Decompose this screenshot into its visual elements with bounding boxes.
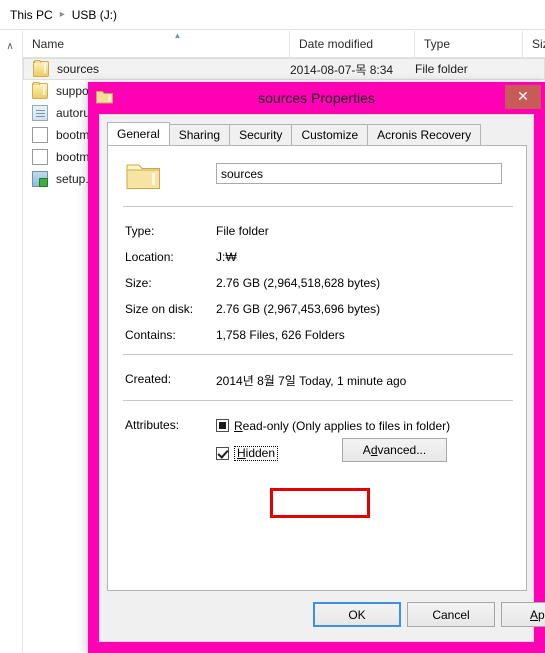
dialog-title: sources Properties (258, 90, 375, 106)
file-name: bootm (56, 150, 90, 164)
detail-row-created: Created: 2014년 8월 7일 Today, 1 minute ago (108, 372, 528, 390)
detail-value: File folder (216, 224, 269, 238)
hidden-checkbox-row[interactable]: Hidden (216, 445, 279, 462)
hidden-checkbox[interactable] (216, 447, 229, 460)
tab-customize[interactable]: Customize (291, 124, 369, 145)
column-header-type[interactable]: Type (414, 31, 522, 57)
detail-value: 1,758 Files, 626 Folders (216, 328, 345, 342)
scroll-up-icon[interactable]: ∧ (4, 41, 16, 53)
detail-value: 2014년 8월 7일 Today, 1 minute ago (216, 374, 407, 388)
file-name: sources (57, 62, 100, 76)
divider (123, 354, 513, 355)
folder-name-input[interactable] (216, 163, 502, 184)
file-type: File folder (415, 62, 468, 76)
column-header-name[interactable]: Name (23, 31, 289, 57)
read-only-mnemonic: R (234, 418, 243, 433)
tab-acronis-recovery[interactable]: Acronis Recovery (367, 124, 482, 145)
file-name: autoru (56, 106, 91, 120)
detail-value: 2.76 GB (2,964,518,628 bytes) (216, 276, 381, 290)
breadcrumb-current[interactable]: USB (J:) (72, 8, 117, 22)
detail-label: Size: (125, 276, 152, 290)
read-only-label: Read-only (Only applies to files in fold… (234, 419, 450, 433)
folder-icon (32, 82, 48, 99)
inf-file-icon (32, 105, 48, 121)
detail-label: Contains: (125, 328, 176, 342)
advanced-button[interactable]: Advanced... (342, 438, 447, 462)
detail-label: Size on disk: (125, 302, 194, 316)
properties-dialog: sources Properties ✕ General Sharing Sec… (88, 82, 545, 653)
folder-icon (33, 60, 49, 77)
apply-button[interactable]: Apply (501, 602, 545, 627)
hidden-label: Hidden (234, 446, 279, 461)
tab-strip: General Sharing Security Customize Acron… (107, 122, 527, 145)
folder-icon (126, 161, 161, 191)
advanced-mnemonic: d (370, 443, 378, 457)
column-header-size[interactable]: Siz (522, 31, 545, 57)
advanced-prefix: A (362, 443, 371, 457)
detail-row-contains: Contains: 1,758 Files, 626 Folders (108, 328, 528, 346)
navigation-pane: ∧ (0, 31, 23, 653)
detail-row-location: Location: J:₩ (108, 250, 528, 268)
hidden-label-rest: idden (245, 446, 276, 460)
read-only-checkbox[interactable] (216, 419, 229, 432)
apply-rest: pply (538, 607, 545, 622)
apply-mnemonic: A (529, 607, 538, 622)
file-name: setup. (56, 172, 89, 186)
file-date-modified: 2014-08-07-목 8:34 (290, 62, 394, 77)
document-icon (32, 149, 48, 165)
divider (123, 206, 513, 207)
detail-row-size: Size: 2.76 GB (2,964,518,628 bytes) (108, 276, 528, 294)
column-header-date-modified[interactable]: Date modified (289, 31, 414, 57)
detail-label: Location: (125, 250, 174, 264)
name-row (108, 159, 528, 207)
hidden-mnemonic: H (237, 446, 246, 460)
detail-row-type: Type: File folder (108, 224, 528, 242)
detail-row-size-on-disk: Size on disk: 2.76 GB (2,967,453,696 byt… (108, 302, 528, 320)
advanced-rest: vanced... (377, 443, 427, 457)
column-header-row: Name ▲ Date modified Type Siz (23, 31, 545, 58)
breadcrumb-separator-icon: ▸ (59, 8, 65, 20)
dialog-titlebar[interactable]: sources Properties ✕ (88, 82, 545, 114)
tab-panel-general: Type: File folder Location: J:₩ Size: 2.… (107, 145, 527, 591)
cancel-button[interactable]: Cancel (407, 602, 495, 627)
tab-security[interactable]: Security (229, 124, 293, 145)
table-row[interactable]: sources 2014-08-07-목 8:34 File folder (23, 58, 545, 80)
read-only-checkbox-row[interactable]: Read-only (Only applies to files in fold… (216, 417, 450, 434)
close-icon[interactable]: ✕ (505, 85, 541, 109)
detail-value: J:₩ (216, 250, 237, 264)
sort-ascending-icon: ▲ (173, 31, 182, 40)
read-only-label-rest: ead-only (Only applies to files in folde… (242, 418, 451, 433)
divider (123, 400, 513, 401)
document-icon (32, 127, 48, 143)
detail-value: 2.76 GB (2,967,453,696 bytes) (216, 302, 381, 316)
ok-button[interactable]: OK (313, 602, 401, 627)
breadcrumb-root[interactable]: This PC (10, 8, 53, 22)
dialog-body: General Sharing Security Customize Acron… (99, 114, 545, 642)
detail-label: Created: (125, 372, 172, 386)
attributes-label: Attributes: (125, 418, 180, 432)
executable-icon (32, 171, 48, 187)
file-name: suppo (56, 84, 89, 98)
tab-sharing[interactable]: Sharing (168, 124, 231, 145)
file-name: bootm (56, 128, 90, 142)
tab-general[interactable]: General (107, 122, 170, 145)
breadcrumb[interactable]: This PC ▸ USB (J:) (0, 0, 545, 30)
detail-label: Type: (125, 224, 155, 238)
